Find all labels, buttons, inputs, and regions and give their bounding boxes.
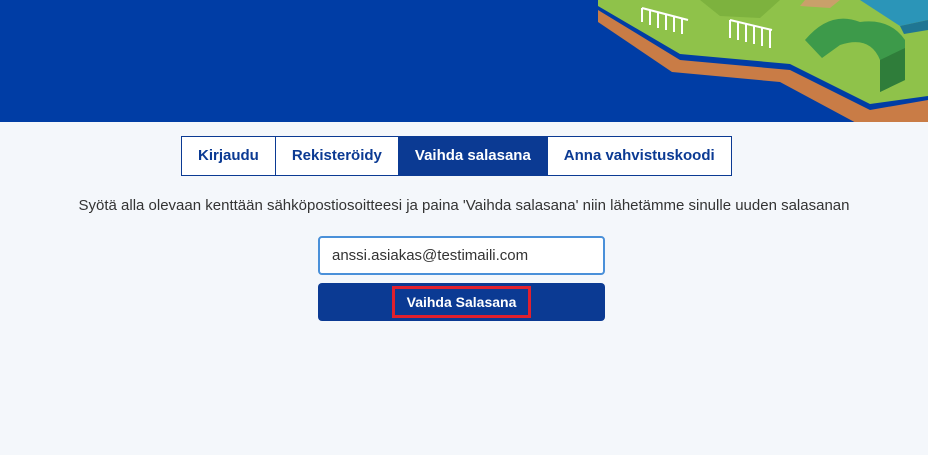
header-banner [0,0,928,122]
isometric-landscape-illustration [598,0,928,122]
tab-login[interactable]: Kirjaudu [182,137,276,175]
change-password-button[interactable]: Vaihda Salasana [318,283,605,321]
auth-tabs: Kirjaudu Rekisteröidy Vaihda salasana An… [181,136,732,176]
change-password-button-label: Vaihda Salasana [391,286,532,318]
password-reset-page: Kirjaudu Rekisteröidy Vaihda salasana An… [0,0,928,455]
email-field[interactable] [318,236,605,275]
instruction-text: Syötä alla olevaan kenttään sähköpostios… [78,197,850,214]
tab-register[interactable]: Rekisteröidy [276,137,399,175]
tab-verification-code[interactable]: Anna vahvistuskoodi [548,137,731,175]
tab-change-password[interactable]: Vaihda salasana [398,137,548,175]
